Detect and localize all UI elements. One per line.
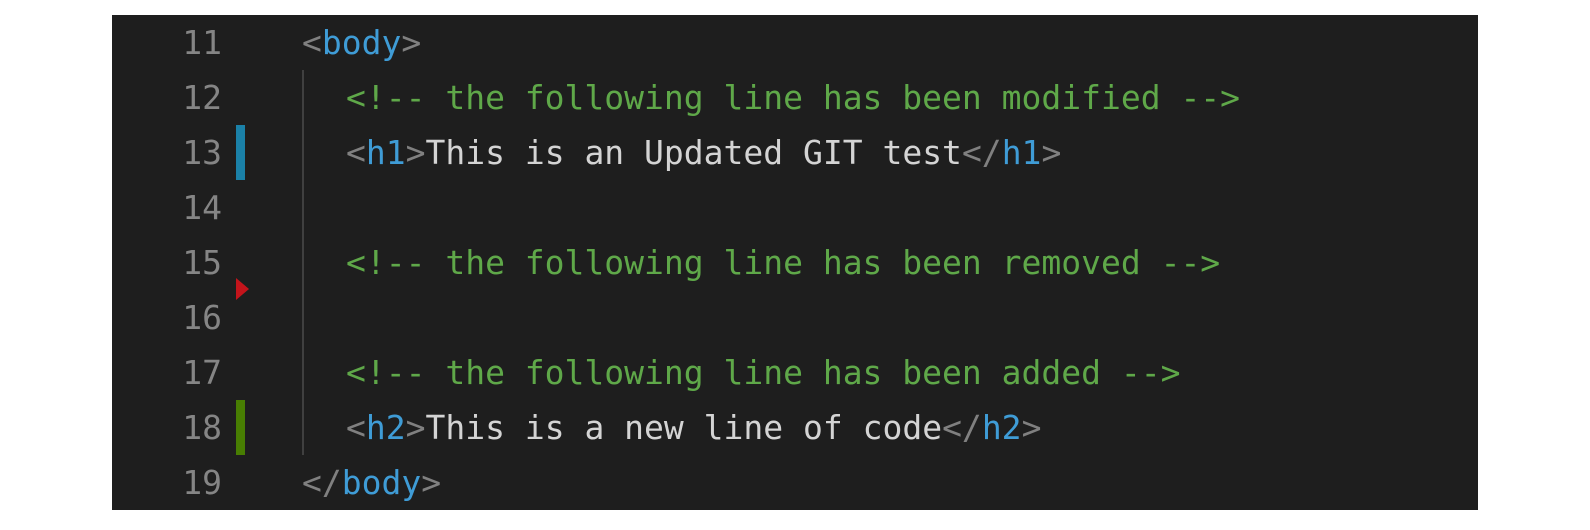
tag-bracket: > xyxy=(1041,133,1062,172)
element-text: This is a new line of code xyxy=(425,408,943,447)
tag-bracket: > xyxy=(421,463,442,502)
indent-guide xyxy=(302,70,304,125)
code-line[interactable]: 18 <h2>This is a new line of code</h2> xyxy=(112,400,1478,455)
line-number: 16 xyxy=(182,298,222,337)
code-line[interactable]: 14 xyxy=(112,180,1478,235)
tag-bracket: > xyxy=(1021,408,1042,447)
indent-guide xyxy=(302,235,304,290)
tag-name: h1 xyxy=(1001,133,1042,172)
line-number: 15 xyxy=(182,243,222,282)
indent-guide xyxy=(302,125,304,180)
element-text: This is an Updated GIT test xyxy=(425,133,962,172)
code-content: <body> xyxy=(302,15,421,70)
html-comment: <!-- the following line has been added -… xyxy=(346,353,1181,392)
tag-bracket: </ xyxy=(942,408,982,447)
code-content: <h1>This is an Updated GIT test</h1> xyxy=(346,125,1061,180)
code-line[interactable]: 17 <!-- the following line has been adde… xyxy=(112,345,1478,400)
html-comment: <!-- the following line has been removed… xyxy=(346,243,1221,282)
indent-guide xyxy=(302,345,304,400)
code-content: <h2>This is a new line of code</h2> xyxy=(346,400,1041,455)
code-line[interactable]: 15 <!-- the following line has been remo… xyxy=(112,235,1478,300)
code-line[interactable]: 12 <!-- the following line has been modi… xyxy=(112,70,1478,125)
line-number: 13 xyxy=(182,133,222,172)
tag-bracket: </ xyxy=(961,133,1002,172)
html-comment: <!-- the following line has been modifie… xyxy=(346,78,1241,117)
line-number: 17 xyxy=(182,353,222,392)
code-line[interactable]: 13 <h1>This is an Updated GIT test</h1> xyxy=(112,125,1478,180)
indent-guide xyxy=(302,400,304,455)
line-number: 19 xyxy=(182,463,222,502)
line-number: 12 xyxy=(182,78,222,117)
tag-name: h2 xyxy=(365,408,406,447)
tag-name: body xyxy=(321,23,402,62)
code-line[interactable]: 11 <body> xyxy=(112,15,1478,70)
tag-bracket: < xyxy=(302,23,322,62)
tag-bracket: < xyxy=(346,408,366,447)
code-content: </body> xyxy=(302,455,441,510)
tag-bracket: < xyxy=(346,133,366,172)
tag-bracket: </ xyxy=(302,463,342,502)
tag-name: body xyxy=(341,463,422,502)
tag-name: h1 xyxy=(365,133,406,172)
tag-bracket: > xyxy=(405,408,426,447)
modified-line-marker[interactable] xyxy=(236,125,245,180)
line-number: 14 xyxy=(182,188,222,227)
indent-guide xyxy=(302,290,304,345)
line-number: 11 xyxy=(182,23,222,62)
code-editor[interactable]: 11 <body> 12 <!-- the following line has… xyxy=(112,15,1478,510)
code-line[interactable]: 19 </body> xyxy=(112,455,1478,510)
added-line-marker[interactable] xyxy=(236,400,245,455)
tag-name: h2 xyxy=(981,408,1022,447)
indent-guide xyxy=(302,180,304,235)
tag-bracket: > xyxy=(405,133,426,172)
code-line[interactable]: 16 xyxy=(112,290,1478,345)
tag-bracket: > xyxy=(401,23,422,62)
line-number: 18 xyxy=(182,408,222,447)
